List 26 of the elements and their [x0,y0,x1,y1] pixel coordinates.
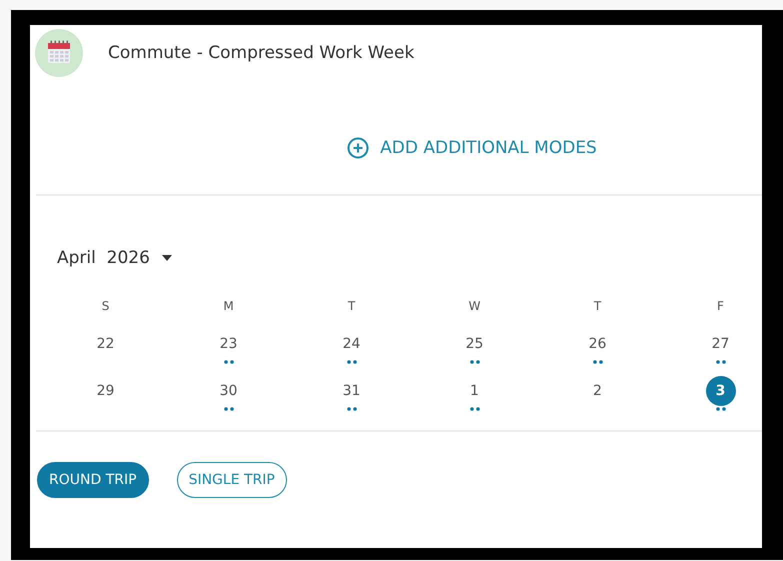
caret-icon [162,255,172,261]
calendar-day[interactable]: 27 [706,329,736,359]
calendar-day[interactable]: 1 [460,376,490,406]
calendar-day[interactable]: 22 [90,329,120,359]
calendar-icon [35,29,83,77]
trip-type-button[interactable]: SINGLE TRIP [176,462,287,498]
add-modes-link[interactable]: ADD ADDITIONAL MODES [347,136,597,160]
weekday-label: T [594,299,602,313]
weekday-label: W [468,299,480,313]
plan-title: Commute - Compressed Work Week [108,43,414,63]
calendar-day[interactable]: 30 [214,376,244,406]
calendar-day[interactable]: 23 [214,329,244,359]
month-picker[interactable]: April 2026 [57,248,172,268]
calendar-day[interactable]: 2 [582,376,612,406]
trip-type-button[interactable]: ROUND TRIP [37,462,149,498]
weekday-label: M [223,299,234,313]
calendar-day[interactable]: 26 [582,329,612,359]
weekday-label: S [102,299,110,313]
calendar-day[interactable]: 25 [460,329,490,359]
weekday-label: T [348,299,356,313]
weekday-label: F [717,299,724,313]
calendar-day[interactable]: 24 [336,329,366,359]
calendar-day[interactable]: 31 [336,376,366,406]
calendar-day[interactable]: 29 [90,376,120,406]
calendar-day[interactable]: 3 [706,376,736,406]
add-icon [347,137,370,159]
